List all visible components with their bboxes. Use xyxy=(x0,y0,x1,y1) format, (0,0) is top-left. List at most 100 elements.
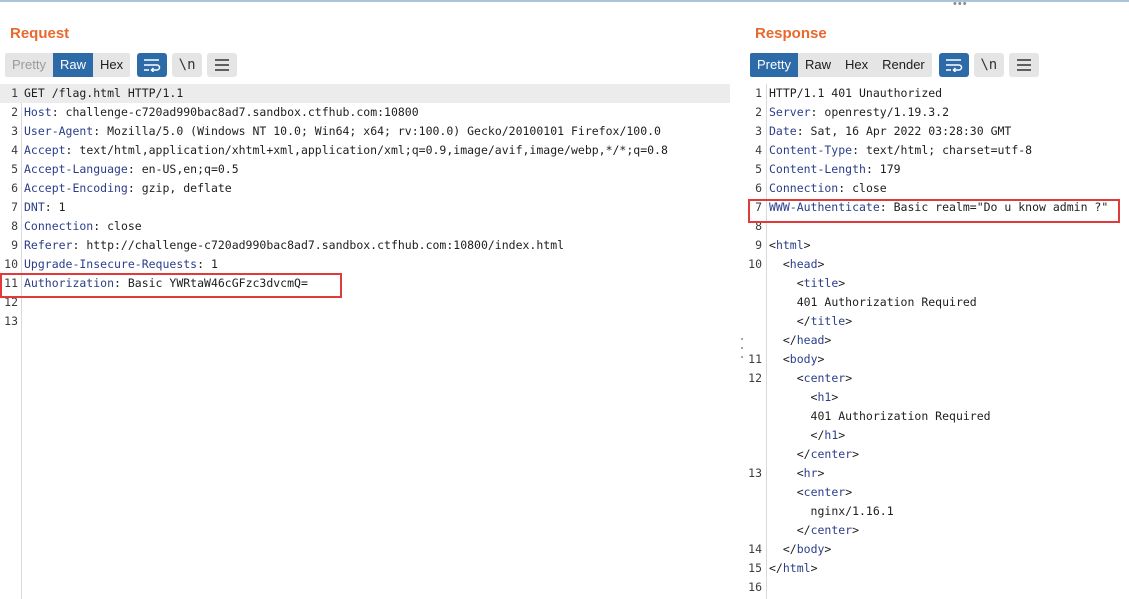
line-content: Accept-Encoding: gzip, deflate xyxy=(24,179,232,198)
tag-bracket: < xyxy=(796,276,804,290)
request-view-pretty[interactable]: Pretty xyxy=(5,53,53,77)
line-number: 10 xyxy=(748,257,762,271)
line-number: 7 xyxy=(755,200,762,214)
line-number: 16 xyxy=(748,580,762,594)
line-content: </h1> xyxy=(769,426,846,445)
response-view-pretty[interactable]: Pretty xyxy=(750,53,798,77)
line-content: </head> xyxy=(769,331,832,350)
tag-bracket: </ xyxy=(810,428,825,442)
code-line: 6 Accept-Encoding: gzip, deflate xyxy=(0,179,738,198)
header-name: Accept-Encoding xyxy=(24,181,128,195)
request-view-hex[interactable]: Hex xyxy=(93,53,130,77)
line-number: 1 xyxy=(11,86,18,100)
response-view-hex[interactable]: Hex xyxy=(838,53,875,77)
tag-bracket: </ xyxy=(796,314,811,328)
line-content: nginx/1.16.1 xyxy=(769,502,894,521)
tag-bracket: > xyxy=(838,428,846,442)
tag-bracket: < xyxy=(796,466,804,480)
header-name: Connection xyxy=(769,181,839,195)
html-tag-name: h1 xyxy=(817,390,832,404)
header-value: HTTP/1.1 401 Unauthorized xyxy=(769,86,943,100)
response-editor[interactable]: 1 HTTP/1.1 401 Unauthorized 2 Server: openr… xyxy=(746,84,1129,599)
line-content: </center> xyxy=(769,445,859,464)
code-line: <title> xyxy=(746,274,1129,293)
header-value: : Basic realm="Do u know admin ?" xyxy=(879,200,1109,214)
line-content: <title> xyxy=(769,274,846,293)
tag-bracket: > xyxy=(845,371,853,385)
header-value: : close xyxy=(93,219,142,233)
request-newline-button[interactable]: \n xyxy=(172,53,203,77)
line-number: 13 xyxy=(4,314,18,328)
request-wrap-lines-button[interactable] xyxy=(137,53,168,77)
line-content: 401 Authorization Required xyxy=(769,293,977,312)
header-value: : gzip, deflate xyxy=(127,181,232,195)
header-name: WWW-Authenticate xyxy=(769,200,880,214)
code-line: 13 <hr> xyxy=(746,464,1129,483)
request-editor[interactable]: 1 GET /flag.html HTTP/1.1 2 Host: challenge… xyxy=(0,84,738,599)
line-number: 9 xyxy=(755,238,762,252)
code-line: </center> xyxy=(746,445,1129,464)
html-tag-name: html xyxy=(782,561,811,575)
line-content: Authorization: Basic YWRtaW46cGFzc3dvcmQ… xyxy=(24,274,308,293)
newline-icon: \n xyxy=(980,57,998,73)
tag-bracket: </ xyxy=(782,333,797,347)
header-value: : en-US,en;q=0.5 xyxy=(127,162,239,176)
response-title: Response xyxy=(755,25,827,42)
header-name: Authorization xyxy=(24,276,115,290)
wrap-lines-icon xyxy=(144,59,161,72)
wrap-lines-icon xyxy=(945,59,962,72)
html-tag-name: h1 xyxy=(824,428,839,442)
hamburger-menu-icon xyxy=(1016,59,1031,71)
request-pane: Request Pretty Raw Hex \n 1 GET /flag.htm… xyxy=(0,0,738,599)
code-line: 11 <body> xyxy=(746,350,1129,369)
html-text: 401 Authorization Required xyxy=(796,295,977,309)
response-wrap-lines-button[interactable] xyxy=(938,53,969,77)
line-number: 14 xyxy=(748,542,762,556)
tag-bracket: > xyxy=(845,485,853,499)
header-value: : Sat, 16 Apr 2022 03:28:30 GMT xyxy=(796,124,1012,138)
html-tag-name: title xyxy=(803,276,839,290)
tag-bracket: > xyxy=(852,447,860,461)
line-content: <center> xyxy=(769,369,852,388)
tag-bracket: > xyxy=(817,352,825,366)
response-view-raw[interactable]: Raw xyxy=(798,53,838,77)
line-content: Accept: text/html,application/xhtml+xml,… xyxy=(24,141,668,160)
header-value: : Mozilla/5.0 (Windows NT 10.0; Win64; x… xyxy=(93,124,661,138)
code-line: </center> xyxy=(746,521,1129,540)
hamburger-menu-icon xyxy=(215,59,230,71)
tag-bracket: < xyxy=(796,485,804,499)
response-toolbar: Pretty Raw Hex Render \n xyxy=(750,53,1039,77)
html-tag-name: center xyxy=(803,371,846,385)
line-number: 4 xyxy=(11,143,18,157)
request-view-raw[interactable]: Raw xyxy=(52,53,93,77)
tag-bracket: > xyxy=(852,523,860,537)
html-tag-name: body xyxy=(796,542,825,556)
header-name: Connection xyxy=(24,219,94,233)
response-menu-button[interactable] xyxy=(1008,53,1039,77)
line-content: User-Agent: Mozilla/5.0 (Windows NT 10.0… xyxy=(24,122,661,141)
request-menu-button[interactable] xyxy=(207,53,238,77)
response-newline-button[interactable]: \n xyxy=(973,53,1004,77)
request-toolbar: Pretty Raw Hex \n xyxy=(5,53,238,77)
response-view-selector: Pretty Raw Hex Render xyxy=(750,53,932,77)
response-view-render[interactable]: Render xyxy=(875,53,932,77)
tag-bracket: > xyxy=(810,561,818,575)
header-value: : http://challenge-c720ad990bac8ad7.sand… xyxy=(72,238,565,252)
code-line: 8 xyxy=(746,217,1129,236)
html-tag-name: hr xyxy=(803,466,818,480)
code-line: 5 Accept-Language: en-US,en;q=0.5 xyxy=(0,160,738,179)
tag-bracket: </ xyxy=(796,523,811,537)
html-tag-name: head xyxy=(796,333,825,347)
header-value: : 1 xyxy=(197,257,218,271)
line-number: 3 xyxy=(11,124,18,138)
line-number: 8 xyxy=(755,219,762,233)
code-line: 2 Host: challenge-c720ad990bac8ad7.sandbo… xyxy=(0,103,738,122)
tag-bracket: < xyxy=(782,257,790,271)
pane-splitter[interactable] xyxy=(739,338,745,358)
